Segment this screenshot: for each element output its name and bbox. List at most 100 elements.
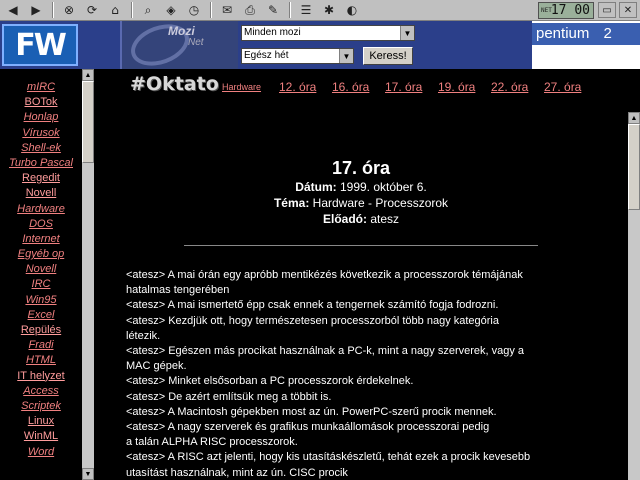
minimize-icon[interactable]: ▭ <box>598 2 616 18</box>
topic-label: Téma: <box>273 196 310 210</box>
side-menu-item[interactable]: BOTok <box>0 96 82 111</box>
channels-icon[interactable]: ◈ <box>162 2 180 18</box>
lesson-topic: Téma: Hardware - Processzorok <box>94 196 628 210</box>
movie-select[interactable]: Minden mozi ▼ <box>241 25 415 41</box>
mozi-logo-text: Mozi <box>168 24 195 38</box>
topic-value: Hardware - Processzorok <box>312 196 449 210</box>
refresh-icon[interactable]: ⟳ <box>83 2 101 18</box>
mozinet-logo[interactable]: Mozi Net <box>120 21 238 69</box>
nav-link-hardware[interactable]: Hardware <box>222 82 261 92</box>
lesson-content: 17. óra Dátum: 1999. október 6. Téma: Ha… <box>94 112 628 480</box>
home-icon[interactable]: ⌂ <box>106 2 124 18</box>
clock-net-label: NET <box>541 7 552 14</box>
nav-link-lesson-27[interactable]: 27. óra <box>544 80 581 94</box>
period-select[interactable]: Egész hét ▼ <box>241 48 354 64</box>
toolbar-separator <box>131 2 133 18</box>
chat-line: <atesz> De azért említsük meg a többit i… <box>126 390 332 403</box>
side-menu-item[interactable]: Internet <box>0 233 82 248</box>
edit-icon[interactable]: ✎ <box>264 2 282 18</box>
side-menu-item[interactable]: Linux <box>0 415 82 430</box>
left-scroll-thumb[interactable] <box>82 81 94 163</box>
chat-line: létezik. <box>126 329 161 342</box>
chat-line: <atesz> A mai órán egy apróbb mentikézés… <box>126 269 523 281</box>
side-menu-item[interactable]: Win95 <box>0 294 82 309</box>
nav-link-lesson-16[interactable]: 16. óra <box>332 80 369 94</box>
movie-select-value: Minden mozi <box>244 27 301 38</box>
divider <box>184 245 538 246</box>
side-menu-item[interactable]: Access <box>0 385 82 400</box>
search-button[interactable]: Keress! <box>363 47 413 65</box>
scroll-up-icon[interactable]: ▲ <box>82 69 94 81</box>
history-icon[interactable]: ◷ <box>185 2 203 18</box>
side-menu-item[interactable]: IRC <box>0 278 82 293</box>
chat-log: <atesz> A mai órán egy apróbb mentikézés… <box>126 268 626 480</box>
side-menu-item[interactable]: Word <box>0 446 82 461</box>
toolbar-separator <box>289 2 291 18</box>
favorites-icon[interactable]: ✱ <box>320 2 338 18</box>
lesson-title: 17. óra <box>331 158 391 178</box>
nav-link-lesson-19[interactable]: 19. óra <box>438 80 475 94</box>
search-icon[interactable]: ⌕ <box>139 2 157 18</box>
nav-link-lesson-17[interactable]: 17. óra <box>385 80 422 94</box>
discuss-icon[interactable]: ☰ <box>297 2 315 18</box>
scroll-up-icon[interactable]: ▲ <box>628 112 640 124</box>
browser-toolbar: ◀ ▶ ⊗ ⟳ ⌂ ⌕ ◈ ◷ ✉ ⎙ ✎ ☰ ✱ ◐ NET 17 00 ▭ … <box>0 0 640 21</box>
chevron-down-icon[interactable]: ▼ <box>339 49 353 63</box>
side-menu-item[interactable]: Novell <box>0 263 82 278</box>
presenter-label: Előadó: <box>322 212 367 226</box>
side-menu-item[interactable]: Regedit <box>0 172 82 187</box>
chevron-down-icon[interactable]: ▼ <box>400 26 414 40</box>
side-menu-item[interactable]: Scriptek <box>0 400 82 415</box>
side-menu-item[interactable]: Repülés <box>0 324 82 339</box>
print-icon[interactable]: ⎙ <box>241 2 259 18</box>
left-scrollbar[interactable]: ▲ ▼ <box>82 69 94 480</box>
side-menu-item[interactable]: Excel <box>0 309 82 324</box>
main-scroll-thumb[interactable] <box>628 124 640 210</box>
pentium-ad-text: pentium 2 <box>532 23 640 45</box>
chat-line: utasítást használnak, mint az ún. CISC p… <box>126 466 348 479</box>
chat-line: hatalmas tengerében <box>126 284 230 297</box>
nav-link-lesson-22[interactable]: 22. óra <box>491 80 528 94</box>
side-menu-item[interactable]: Turbo Pascal <box>0 157 82 172</box>
lesson-nav: #Oktato Hardware 12. óra 16. óra 17. óra… <box>94 69 640 109</box>
chat-line: <atesz> Egészen más procikat használnak … <box>126 345 525 358</box>
toolbar-separator <box>210 2 212 18</box>
side-menu-item[interactable]: Honlap <box>0 111 82 126</box>
close-icon[interactable]: ✕ <box>619 2 637 18</box>
pentium-ad-banner[interactable]: pentium 2 <box>532 21 640 69</box>
stop-icon[interactable]: ⊗ <box>60 2 78 18</box>
side-menu-item[interactable]: Fradi <box>0 339 82 354</box>
side-menu-item[interactable]: DOS <box>0 218 82 233</box>
clock-time: 17 00 <box>550 3 590 18</box>
pentium-ad-word: pentium <box>536 25 590 42</box>
chat-line: <atesz> A mai ismertető épp csak ennek a… <box>126 299 499 312</box>
side-menu-item[interactable]: Hardware <box>0 203 82 218</box>
chat-line: <atesz> A nagy szerverek és grafikus mun… <box>126 421 490 434</box>
side-menu-item[interactable]: mIRC <box>0 81 82 96</box>
nav-link-lesson-12[interactable]: 12. óra <box>279 80 316 94</box>
side-menu-item[interactable]: WinML <box>0 430 82 445</box>
back-icon[interactable]: ◀ <box>4 2 22 18</box>
side-menu-item[interactable]: Shell-ek <box>0 142 82 157</box>
forward-icon[interactable]: ▶ <box>27 2 45 18</box>
main-scrollbar[interactable]: ▲ <box>628 112 640 480</box>
side-menu-item[interactable]: Vírusok <box>0 127 82 142</box>
side-menu-item[interactable]: Novell <box>0 187 82 202</box>
lesson-date: Dátum: 1999. október 6. <box>94 180 628 194</box>
media-icon[interactable]: ◐ <box>343 2 361 18</box>
clock-display: NET 17 00 <box>538 2 594 19</box>
chat-line: a talán ALPHA RISC processzorok. <box>126 436 298 449</box>
side-menu-item[interactable]: IT helyzet <box>0 370 82 385</box>
lesson-presenter: Előadó: atesz <box>94 212 628 226</box>
side-menu: mIRC BOTok Honlap Vírusok Shell-ek Turbo Pasc… <box>0 81 82 461</box>
pentium-ad-suffix: 2 <box>603 25 612 42</box>
scroll-down-icon[interactable]: ▼ <box>82 468 94 480</box>
chat-line: <atesz> A RISC azt jelenti, hogy kis uta… <box>126 451 531 464</box>
chat-line: <atesz> Minket elsősorban a PC processzo… <box>126 375 414 388</box>
site-logo[interactable]: FW <box>2 24 78 66</box>
net-logo-text: Net <box>188 37 204 48</box>
chat-line: <atesz> A Macintosh gépekben most az ún.… <box>126 405 497 418</box>
side-menu-item[interactable]: Egyéb op <box>0 248 82 263</box>
mail-icon[interactable]: ✉ <box>218 2 236 18</box>
side-menu-item[interactable]: HTML <box>0 354 82 369</box>
